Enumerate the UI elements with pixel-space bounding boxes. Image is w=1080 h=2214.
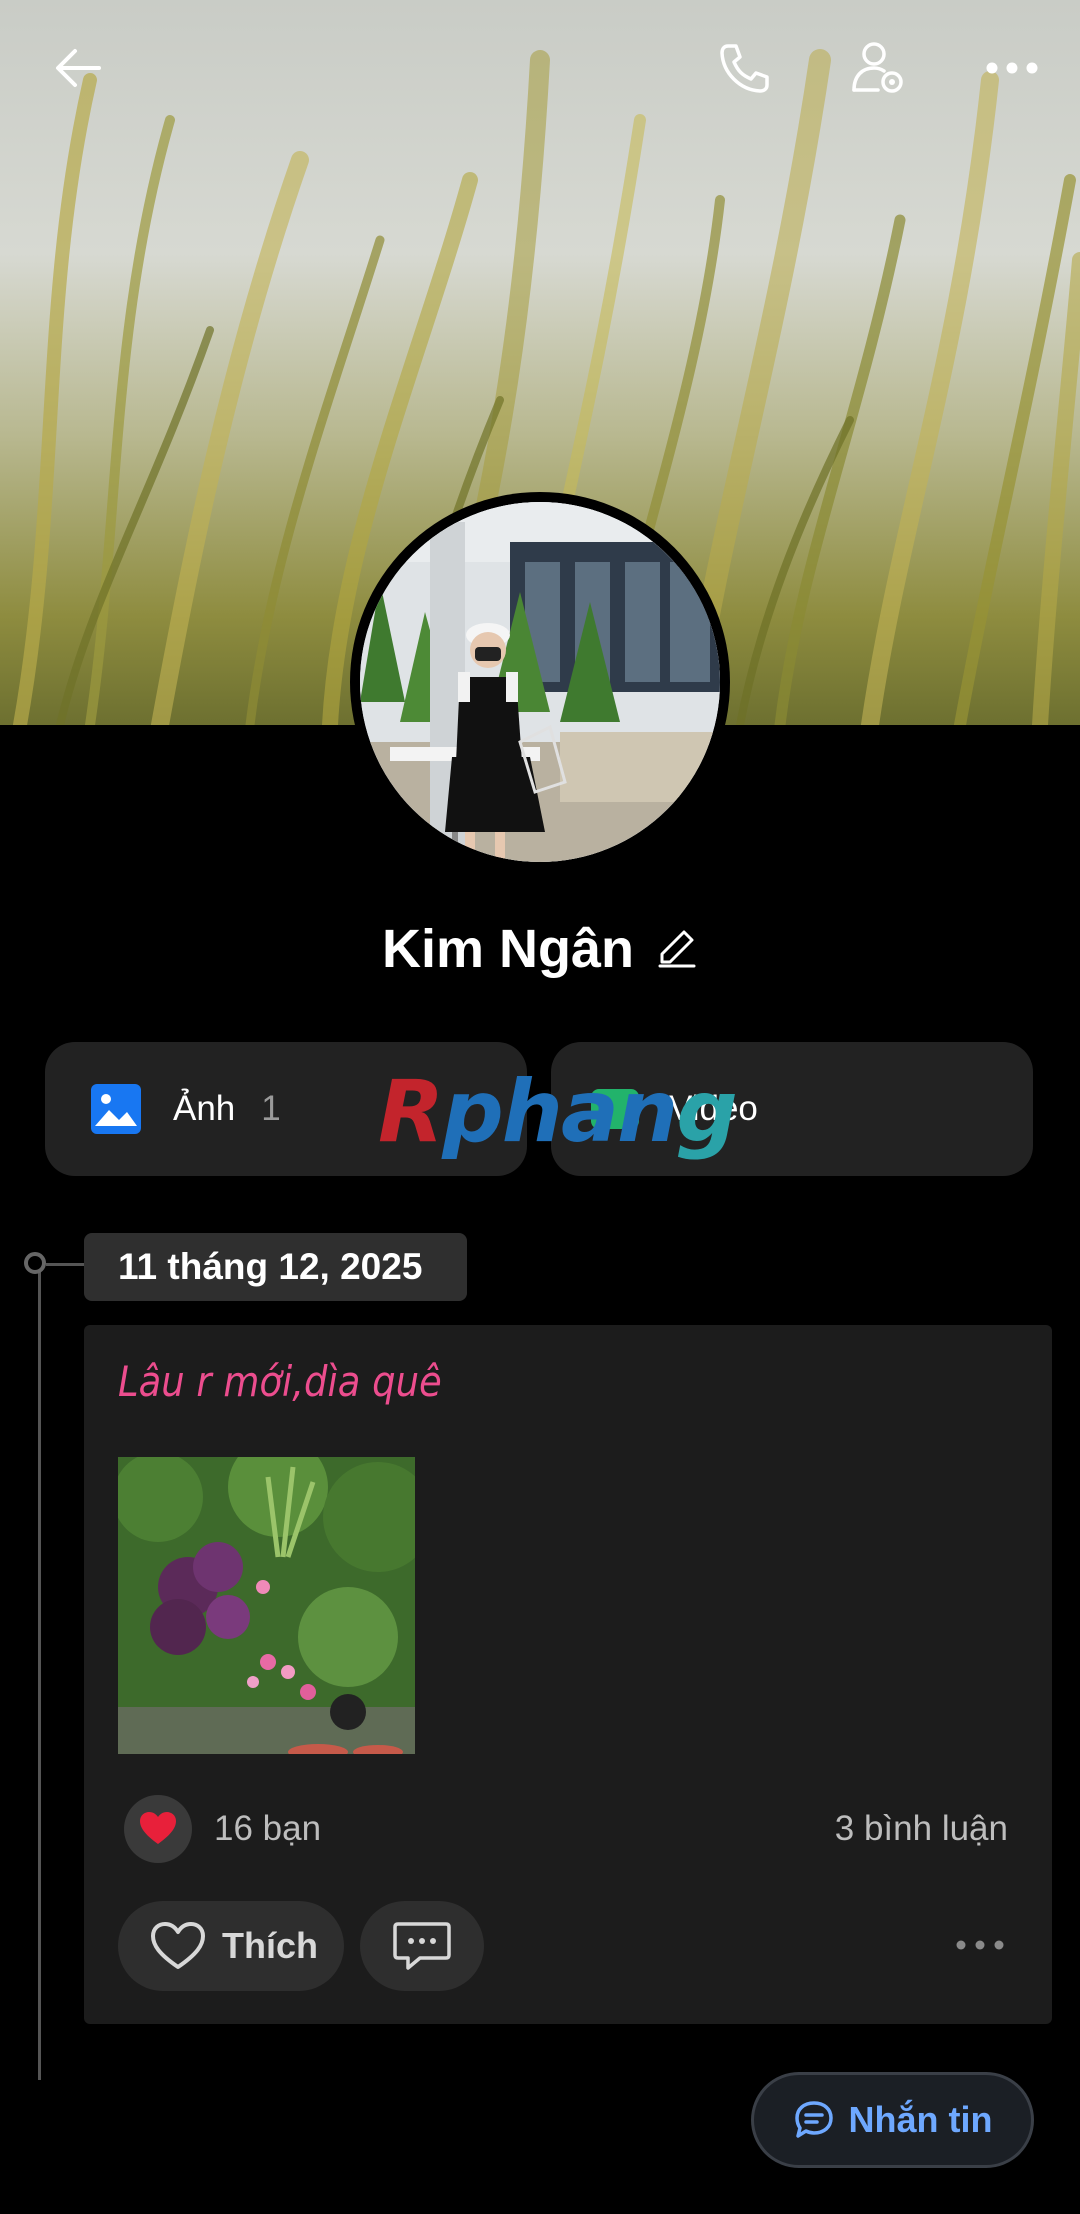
timeline-line xyxy=(38,1265,41,2080)
avatar-photo xyxy=(360,502,720,862)
photo-icon xyxy=(91,1084,141,1134)
like-button[interactable]: Thích xyxy=(118,1901,344,1991)
user-gear-icon xyxy=(852,42,903,93)
video-icon xyxy=(591,1089,639,1129)
reactions-count[interactable]: 16 bạn xyxy=(214,1809,321,1849)
photos-button[interactable]: Ảnh 1 xyxy=(45,1042,527,1176)
profile-name-row: Kim Ngân xyxy=(0,918,1080,980)
photos-label: Ảnh xyxy=(173,1089,236,1128)
heart-outline-icon xyxy=(151,1922,205,1969)
more-horizontal-icon xyxy=(956,1940,1004,1950)
more-horizontal-icon xyxy=(986,62,1038,74)
heart-icon xyxy=(140,1812,176,1844)
chat-bubble-icon xyxy=(794,2101,833,2138)
profile-settings-button[interactable] xyxy=(838,28,918,108)
post-text: Lâu r mới,dìa quê xyxy=(118,1357,442,1406)
message-label: Nhắn tin xyxy=(848,2099,993,2140)
arrow-left-icon xyxy=(56,49,101,87)
post-card[interactable]: Lâu r mới,dìa quê 16 bạn 3 bình luận Thí… xyxy=(84,1325,1052,2024)
comment-icon xyxy=(393,1922,451,1970)
post-more-button[interactable] xyxy=(950,1925,1010,1965)
timeline-connector xyxy=(46,1263,84,1266)
avatar[interactable] xyxy=(350,492,730,872)
timeline-dot xyxy=(24,1252,46,1274)
more-button[interactable] xyxy=(972,28,1052,108)
edit-name-button[interactable] xyxy=(656,926,698,973)
back-button[interactable] xyxy=(38,28,118,108)
call-button[interactable] xyxy=(704,28,784,108)
like-label: Thích xyxy=(222,1925,318,1966)
videos-button[interactable]: Video xyxy=(551,1042,1033,1176)
message-button[interactable]: Nhắn tin xyxy=(751,2072,1034,2168)
post-photo[interactable] xyxy=(118,1457,415,1754)
photos-count: 1 xyxy=(261,1089,281,1128)
reaction-heart-badge[interactable] xyxy=(124,1795,192,1863)
timeline-date: 11 tháng 12, 2025 xyxy=(84,1233,467,1301)
profile-name: Kim Ngân xyxy=(381,919,635,979)
phone-icon xyxy=(720,44,769,93)
videos-label: Video xyxy=(669,1089,758,1128)
pencil-icon xyxy=(658,930,696,967)
comment-button[interactable] xyxy=(360,1901,484,1991)
comments-count[interactable]: 3 bình luận xyxy=(835,1809,1008,1849)
